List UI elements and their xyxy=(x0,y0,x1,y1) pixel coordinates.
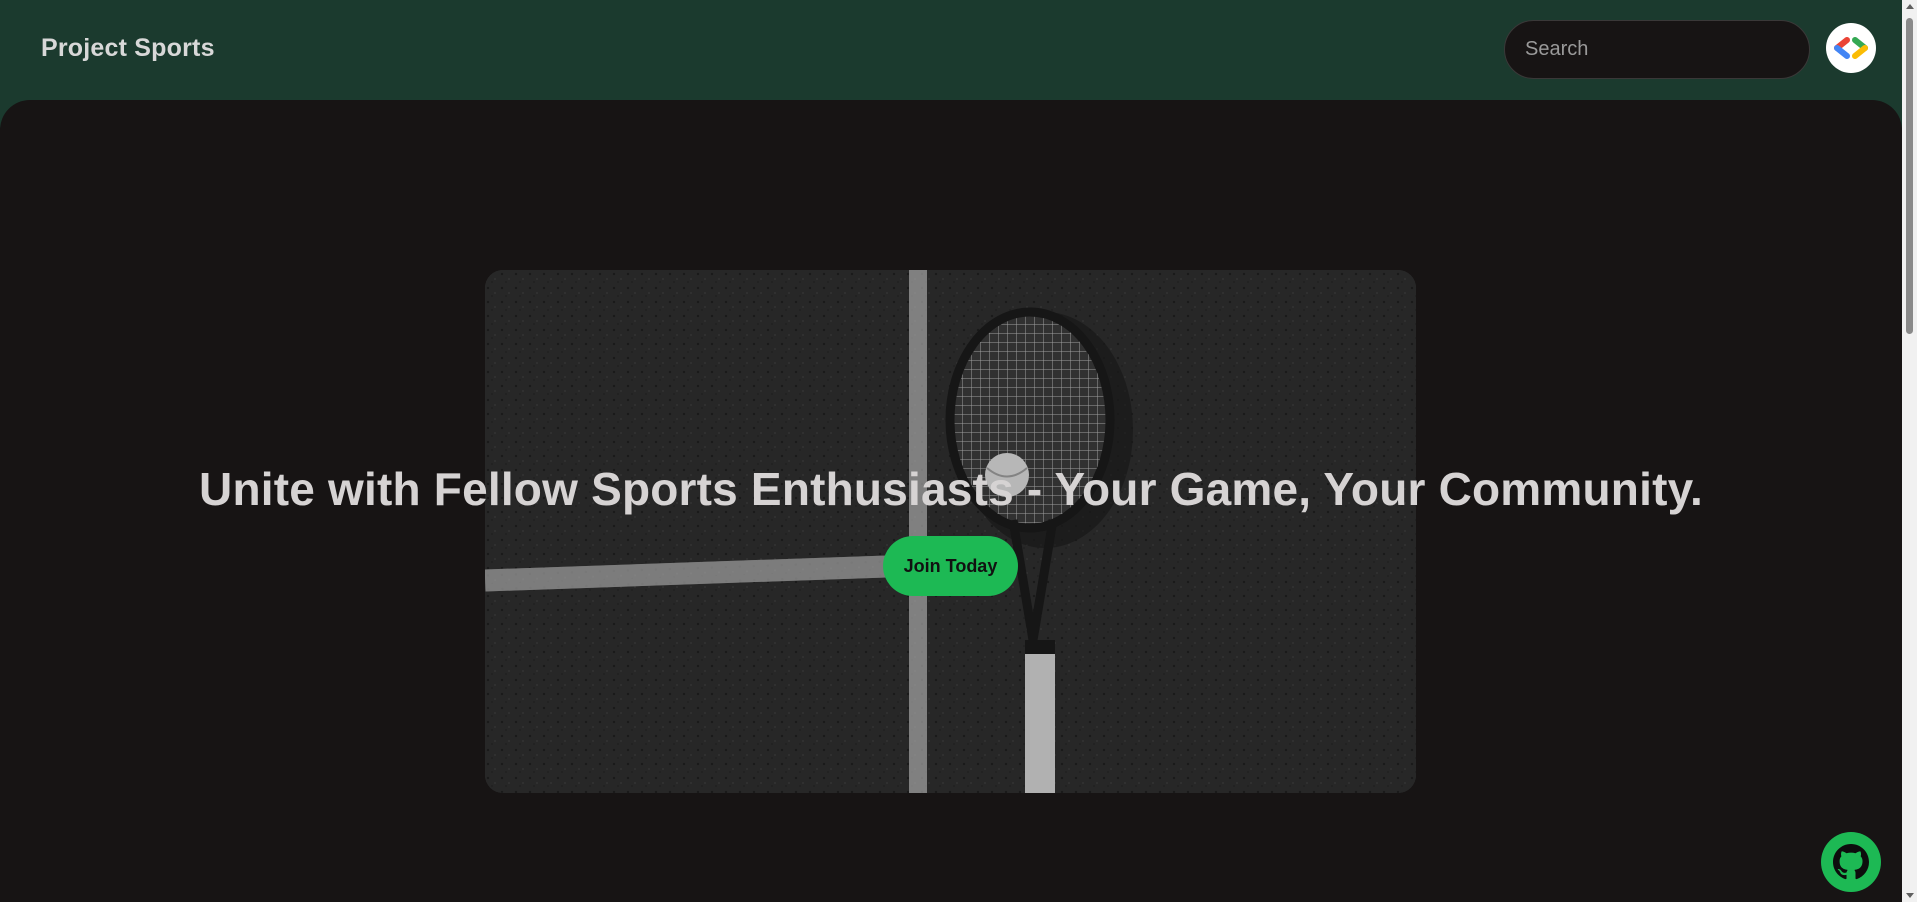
developer-brackets-icon[interactable] xyxy=(1826,23,1876,73)
scrollbar-thumb[interactable] xyxy=(1906,18,1913,334)
brand-title[interactable]: Project Sports xyxy=(41,34,215,63)
top-navbar: Project Sports xyxy=(0,0,1902,100)
search-input[interactable] xyxy=(1504,20,1810,79)
vertical-scrollbar[interactable] xyxy=(1902,0,1917,902)
hero-headline: Unite with Fellow Sports Enthusiasts - Y… xyxy=(199,463,1703,515)
join-today-button[interactable]: Join Today xyxy=(883,536,1018,596)
page: Project Sports Search Unite with Fellow … xyxy=(0,0,1917,902)
tennis-racket-and-ball-on-clay-court-image xyxy=(485,270,1416,793)
scroll-down-arrow-icon[interactable] xyxy=(1906,893,1914,898)
github-icon[interactable] xyxy=(1821,832,1881,892)
scroll-up-arrow-icon[interactable] xyxy=(1906,4,1914,9)
